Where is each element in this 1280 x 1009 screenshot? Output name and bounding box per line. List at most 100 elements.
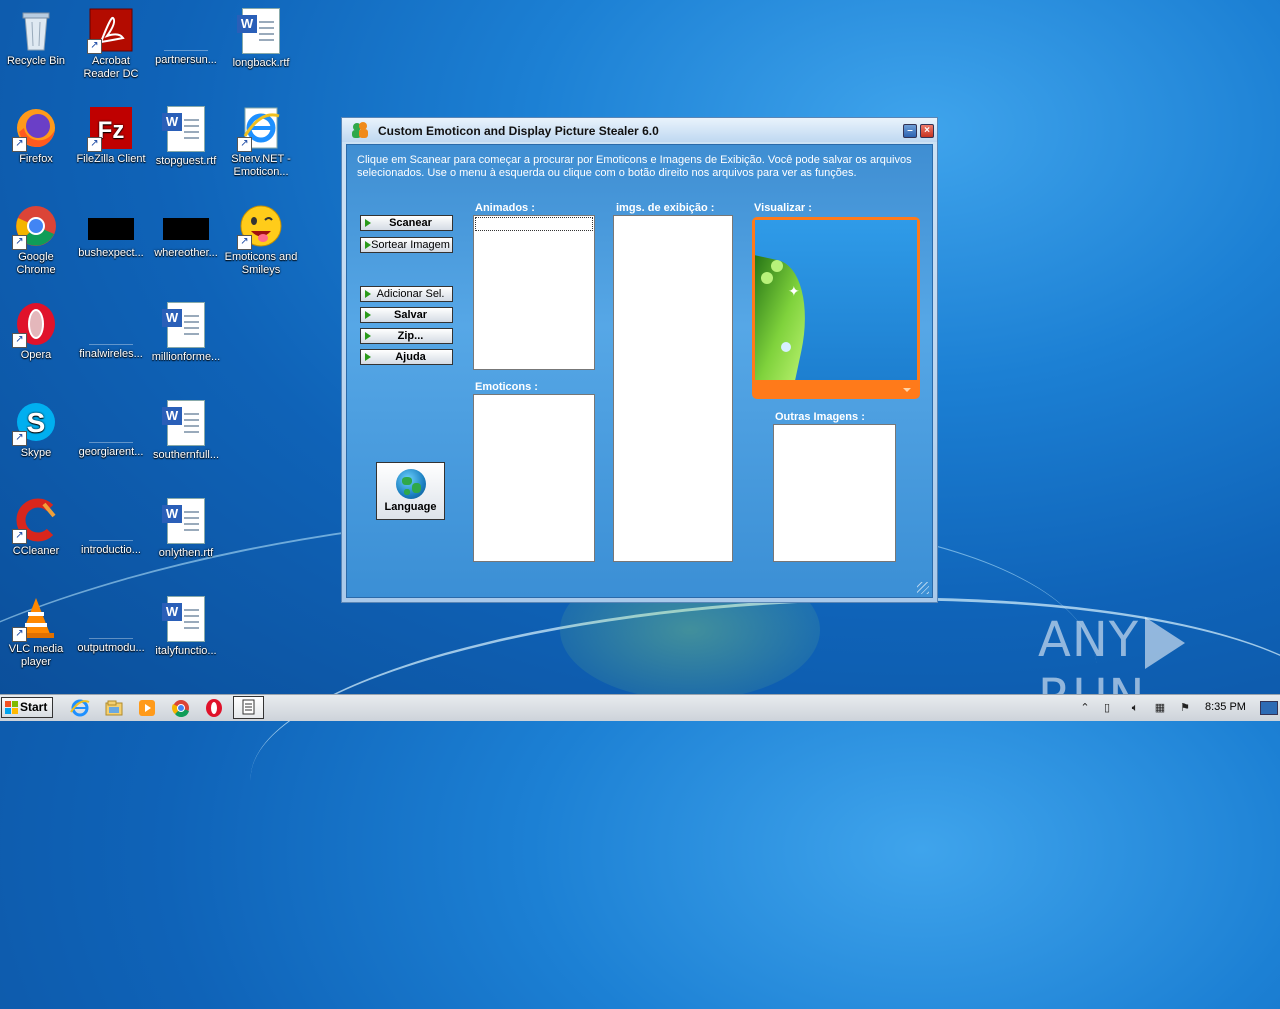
window-titlebar[interactable]: Custom Emoticon and Display Picture Stea… (342, 118, 937, 142)
opera-icon: ↗ (12, 302, 58, 348)
desktop-icon-italyfunctio[interactable]: W italyfunctio... (148, 592, 224, 658)
media-player-taskbar-icon[interactable] (137, 698, 157, 718)
vlc-icon: ↗ (12, 596, 58, 642)
emoticons-list[interactable] (473, 394, 595, 562)
desktop-icon-whereother[interactable]: whereother... (148, 200, 224, 260)
clock[interactable]: 8:35 PM (1205, 701, 1246, 713)
blank-file-icon (164, 20, 208, 51)
desktop-icon-finalwireles[interactable]: finalwireles... (73, 304, 149, 361)
minimize-button[interactable]: – (903, 124, 917, 138)
arrow-right-icon (365, 311, 371, 319)
explorer-taskbar-icon[interactable] (104, 698, 124, 718)
desktop-icon-label: outputmodu... (77, 642, 145, 654)
action-center-icon[interactable]: ▯ (1100, 701, 1114, 715)
desktop-icon-label: millionforme... (151, 351, 221, 363)
ie-taskbar-icon[interactable] (70, 698, 90, 718)
black-file-icon (88, 218, 134, 240)
close-button[interactable]: × (920, 124, 934, 138)
help-button[interactable]: Ajuda (360, 349, 453, 365)
desktop-icon-label: Firefox (19, 153, 53, 165)
show-desktop-button[interactable] (1260, 701, 1278, 715)
desktop-icon-georgiarent[interactable]: georgiarent... (73, 402, 149, 459)
black-file-icon (163, 218, 209, 240)
chrome-taskbar-icon[interactable] (171, 698, 191, 718)
list-focus-row[interactable] (475, 217, 593, 231)
ie-icon: ↗ (237, 106, 283, 152)
desktop-icon-label: Google Chrome (16, 251, 56, 276)
desktop-icon-partnersun[interactable]: partnersun... (148, 10, 224, 67)
display-pictures-list[interactable] (613, 215, 733, 562)
save-button[interactable]: Salvar (360, 307, 453, 323)
desktop-icon-millionforme[interactable]: W millionforme... (148, 298, 224, 364)
desktop-icon-longback[interactable]: W longback.rtf (223, 4, 299, 70)
start-button[interactable]: Start (1, 697, 53, 718)
desktop-icon-chrome[interactable]: ↗ Google Chrome (0, 200, 74, 277)
desktop-icon-label: Recycle Bin (6, 55, 66, 67)
blank-file-icon (89, 510, 133, 541)
random-image-button[interactable]: Sortear Imagem (360, 237, 453, 253)
display-pictures-label: imgs. de exibição : (616, 202, 715, 214)
active-app-taskbar-button[interactable] (233, 696, 264, 719)
desktop-icon-firefox[interactable]: ↗ Firefox (0, 102, 74, 166)
window-client: Clique em Scanear para começar a procura… (346, 144, 933, 598)
desktop-icon-label: partnersun... (155, 54, 217, 66)
arrow-right-icon (365, 353, 371, 361)
network-icon[interactable]: ▦ (1153, 701, 1167, 715)
desktop-icon-outputmodu[interactable]: outputmodu... (73, 598, 149, 655)
desktop-icon-bushexpect[interactable]: bushexpect... (73, 200, 149, 260)
desktop-icon-label: whereother... (154, 247, 218, 259)
desktop-icon-sherv-net[interactable]: ↗ Sherv.NET - Emoticon... (223, 102, 299, 179)
desktop-icon-introductio[interactable]: introductio... (73, 500, 149, 557)
desktop-icon-label: stopguest.rtf (155, 155, 217, 167)
ccleaner-icon: ↗ (12, 498, 58, 544)
recycle-bin-icon (14, 8, 58, 52)
butterfly-icon: ✦ (788, 283, 800, 299)
play-icon (1145, 617, 1186, 669)
add-selected-button[interactable]: Adicionar Sel. (360, 286, 453, 302)
volume-icon[interactable]: 🔈︎ (1128, 701, 1142, 715)
windows-logo-icon (5, 701, 18, 714)
svg-text:S: S (27, 407, 46, 438)
filezilla-icon: Fz ↗ (87, 106, 133, 152)
other-images-label: Outras Imagens : (775, 411, 865, 423)
zip-button[interactable]: Zip... (360, 328, 453, 344)
preview-frame[interactable]: ✦ (752, 217, 920, 399)
preview-label: Visualizar : (754, 202, 812, 214)
word-doc-icon: W (162, 596, 205, 642)
desktop-icon-acrobat[interactable]: ↗ Acrobat Reader DC (73, 4, 149, 81)
word-doc-icon: W (162, 302, 205, 348)
desktop-icon-opera[interactable]: ↗ Opera (0, 298, 74, 362)
desktop-icon-label: CCleaner (12, 545, 60, 557)
other-images-list[interactable] (773, 424, 896, 562)
desktop-icon-emoticons-smileys[interactable]: ↗ Emoticons and Smileys (223, 200, 299, 277)
emoticons-label: Emoticons : (475, 381, 538, 393)
show-hidden-icons-button[interactable]: ⌃ (1078, 701, 1092, 715)
desktop-icon-stopguest[interactable]: W stopguest.rtf (148, 102, 224, 168)
scan-button[interactable]: Scanear (360, 215, 453, 231)
desktop-icon-recycle-bin[interactable]: Recycle Bin (0, 4, 74, 68)
desktop-icon-label: italyfunctio... (155, 645, 217, 657)
language-button[interactable]: Language (376, 462, 445, 520)
random-image-label: Sortear Imagem (371, 239, 450, 251)
desktop-icon-label: onlythen.rtf (158, 547, 214, 559)
flag-icon[interactable]: ⚑ (1178, 701, 1192, 715)
desktop-icon-ccleaner[interactable]: ↗ CCleaner (0, 494, 74, 558)
window-title: Custom Emoticon and Display Picture Stea… (378, 124, 659, 138)
desktop-icon-onlythen[interactable]: W onlythen.rtf (148, 494, 224, 560)
desktop-icon-southernfull[interactable]: W southernfull... (148, 396, 224, 462)
desktop-icon-vlc[interactable]: ↗ VLC media player (0, 592, 74, 669)
chrome-icon: ↗ (12, 204, 58, 250)
animated-list[interactable] (473, 215, 595, 370)
desktop-icon-label: introductio... (81, 544, 141, 556)
word-doc-icon: W (237, 8, 280, 54)
blank-file-icon (89, 314, 133, 345)
arrow-right-icon (365, 219, 371, 227)
desktop-icon-filezilla[interactable]: Fz ↗ FileZilla Client (73, 102, 149, 166)
desktop-icon-label: Skype (20, 447, 52, 459)
help-label: Ajuda (395, 351, 426, 363)
skype-icon: S ↗ (12, 400, 58, 446)
resize-grip[interactable] (917, 582, 929, 594)
desktop-icon-skype[interactable]: S ↗ Skype (0, 396, 74, 460)
add-selected-label: Adicionar Sel. (376, 288, 445, 300)
opera-taskbar-icon[interactable] (204, 698, 224, 718)
